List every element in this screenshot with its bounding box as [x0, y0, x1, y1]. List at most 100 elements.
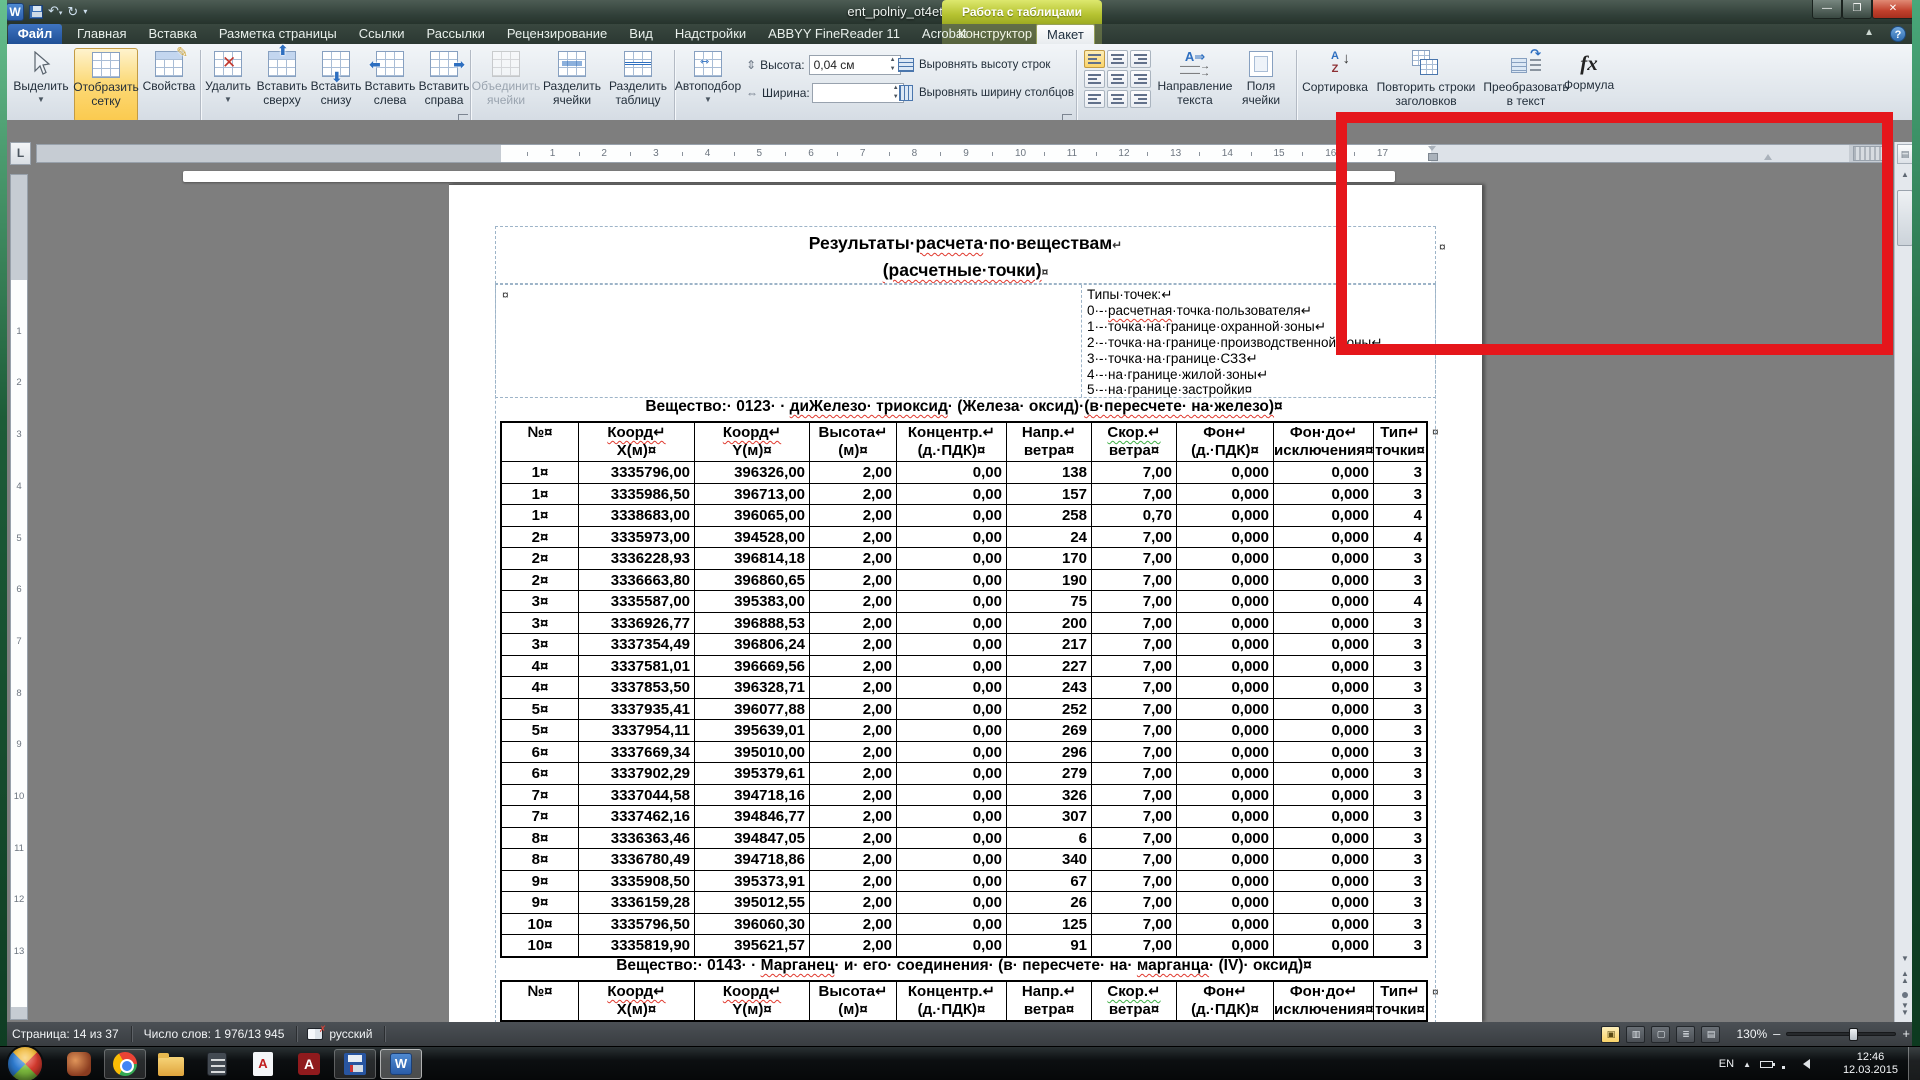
- align-vm-hr-button[interactable]: [1130, 70, 1151, 88]
- sort-button[interactable]: AZ↓ Сортировка: [1298, 48, 1372, 122]
- vertical-ruler[interactable]: 12345678910111213: [10, 174, 28, 1020]
- insert-left-button[interactable]: ⬅ Вставитьслева: [364, 48, 416, 122]
- web-layout-view-icon[interactable]: ▢: [1651, 1026, 1670, 1043]
- previous-page-icon[interactable]: ▲▲: [1897, 970, 1913, 984]
- tab-ссылки[interactable]: Ссылки: [348, 24, 416, 44]
- tab-file[interactable]: Файл: [8, 24, 62, 44]
- table-cell: 0,000: [1273, 633, 1373, 655]
- page-indicator[interactable]: Страница: 14 из 37: [0, 1022, 131, 1046]
- tab-разметка-страницы[interactable]: Разметка страницы: [208, 24, 348, 44]
- scroll-down-icon[interactable]: ▼: [1897, 954, 1913, 963]
- tab-надстройки[interactable]: Надстройки: [664, 24, 757, 44]
- properties-icon: ✎: [155, 51, 183, 77]
- vertical-scrollbar[interactable]: ▤ ▲ ▼ ▲▲ ▼▼: [1894, 142, 1914, 1022]
- minimize-button[interactable]: —: [1812, 0, 1842, 19]
- align-vm-hl-button[interactable]: [1084, 70, 1105, 88]
- word-count[interactable]: Число слов: 1 976/13 945: [132, 1022, 297, 1046]
- scrollbar-thumb[interactable]: [1897, 190, 1913, 246]
- tab-рассылки[interactable]: Рассылки: [416, 24, 496, 44]
- align-vb-hl-button[interactable]: [1084, 90, 1105, 108]
- distribute-rows-button[interactable]: Выровнять высоту строк: [898, 53, 1050, 77]
- table-cell: 7,00: [1091, 827, 1176, 849]
- substance-heading-0143: Вещество:· 0143· · Марганец· и· его· сое…: [500, 957, 1428, 975]
- view-ruler-toggle-icon[interactable]: ▤: [1897, 144, 1913, 164]
- network-icon[interactable]: [1782, 1059, 1794, 1069]
- tab-вставка[interactable]: Вставка: [137, 24, 207, 44]
- properties-button[interactable]: ✎ Свойства: [140, 48, 198, 122]
- split-cells-button[interactable]: Разделитьячейки: [540, 48, 604, 122]
- insert-above-button[interactable]: ⬆ Вставитьсверху: [256, 48, 308, 122]
- select-browse-object-icon[interactable]: [1902, 992, 1908, 998]
- taskbar-calculator[interactable]: [196, 1049, 238, 1079]
- convert-to-text-button[interactable]: ↷ Преобразоватьв текст: [1480, 48, 1572, 122]
- keyboard-language[interactable]: EN: [1719, 1058, 1734, 1070]
- app-swirl-icon: [67, 1052, 91, 1076]
- tab-design[interactable]: Конструктор: [948, 24, 1042, 44]
- draft-view-icon[interactable]: ▤: [1701, 1026, 1720, 1043]
- dropdown-arrow-icon: ▼: [704, 95, 712, 104]
- zoom-level[interactable]: 130%: [1736, 1027, 1767, 1041]
- language-indicator[interactable]: русский: [327, 1022, 384, 1046]
- spinner-arrows-icon[interactable]: ▲▼: [887, 56, 899, 74]
- cell-margins-button[interactable]: Поляячейки: [1232, 48, 1290, 122]
- text-direction-button[interactable]: A⇒——→——→ Направлениетекста: [1160, 48, 1230, 122]
- taskbar-clock[interactable]: 12:46 12.03.2015: [1843, 1051, 1898, 1077]
- start-button[interactable]: [6, 1045, 44, 1080]
- repeat-header-rows-button[interactable]: Повторить строкизаголовков: [1374, 48, 1478, 122]
- tab-рецензирование[interactable]: Рецензирование: [496, 24, 618, 44]
- align-vt-hc-button[interactable]: [1107, 50, 1128, 68]
- distribute-columns-button[interactable]: Выровнять ширину столбцов: [898, 81, 1074, 105]
- desktop-edge-right: [1912, 0, 1920, 1046]
- tab-stop-selector[interactable]: L: [10, 142, 31, 165]
- align-vt-hl-button[interactable]: [1084, 50, 1105, 68]
- autofit-button[interactable]: ⇿ Автоподбор ▼: [676, 48, 740, 122]
- print-layout-view-icon[interactable]: ▣: [1601, 1026, 1620, 1043]
- taskbar-acrobat[interactable]: A: [288, 1049, 330, 1079]
- restore-button[interactable]: ❐: [1842, 0, 1872, 19]
- width-input[interactable]: ▲▼: [812, 83, 904, 103]
- select-button[interactable]: Выделить ▼: [10, 48, 72, 122]
- tab-layout[interactable]: Макет: [1036, 24, 1095, 44]
- tab-вид[interactable]: Вид: [618, 24, 664, 44]
- battery-icon[interactable]: [1760, 1061, 1773, 1068]
- zoom-slider-thumb[interactable]: [1849, 1028, 1858, 1041]
- volume-icon[interactable]: [1803, 1059, 1810, 1069]
- align-vb-hr-button[interactable]: [1130, 90, 1151, 108]
- zoom-out-icon[interactable]: –: [1773, 1024, 1780, 1044]
- outline-view-icon[interactable]: ≣: [1676, 1026, 1695, 1043]
- view-gridlines-button[interactable]: Отобразитьсетку: [74, 48, 138, 122]
- hidden-icons-icon[interactable]: ▲: [1743, 1060, 1751, 1069]
- tab-главная[interactable]: Главная: [66, 24, 137, 44]
- insert-below-button[interactable]: ⬇ Вставитьснизу: [310, 48, 362, 122]
- sort-icon: AZ↓: [1322, 50, 1348, 78]
- align-vm-hc-button[interactable]: [1107, 70, 1128, 88]
- ruler-number: 13: [11, 946, 27, 957]
- zoom-slider[interactable]: [1786, 1032, 1896, 1036]
- taskbar-chrome[interactable]: [104, 1049, 146, 1079]
- align-vb-hc-button[interactable]: [1107, 90, 1128, 108]
- minimize-ribbon-icon[interactable]: ▲: [1864, 27, 1874, 38]
- formula-button[interactable]: fx Формула: [1560, 48, 1618, 122]
- height-input[interactable]: 0,04 см▲▼: [809, 55, 901, 75]
- split-table-button[interactable]: Разделитьтаблицу: [606, 48, 670, 122]
- taskbar-word[interactable]: W: [380, 1049, 422, 1079]
- next-page-icon[interactable]: ▼▼: [1897, 1002, 1913, 1016]
- fullscreen-reading-view-icon[interactable]: ▥: [1626, 1026, 1645, 1043]
- taskbar-explorer[interactable]: [150, 1049, 192, 1079]
- close-button[interactable]: ✕: [1872, 0, 1914, 19]
- taskbar-floppy-app[interactable]: [334, 1049, 376, 1079]
- header-cell: Высота↵(м)¤: [809, 982, 896, 1020]
- document-page[interactable]: Результаты·расчета·по·веществам↵ (расчет…: [449, 184, 1482, 1022]
- proofing-status-icon[interactable]: [307, 1028, 323, 1040]
- zoom-in-icon[interactable]: +: [1902, 1024, 1910, 1044]
- delete-button[interactable]: ✕ Удалить ▼: [202, 48, 254, 122]
- taskbar-app-swirl[interactable]: [58, 1049, 100, 1079]
- table-cell: 3: [1373, 741, 1426, 763]
- taskbar-pdf-reader[interactable]: A: [242, 1049, 284, 1079]
- tab-abbyy-finereader-11[interactable]: ABBYY FineReader 11: [757, 24, 911, 44]
- insert-right-button[interactable]: ➡ Вставитьсправа: [418, 48, 470, 122]
- help-icon[interactable]: ?: [1890, 26, 1906, 42]
- scroll-up-icon[interactable]: ▲: [1897, 170, 1913, 179]
- align-vt-hr-button[interactable]: [1130, 50, 1151, 68]
- show-desktop-button[interactable]: [1908, 1047, 1920, 1080]
